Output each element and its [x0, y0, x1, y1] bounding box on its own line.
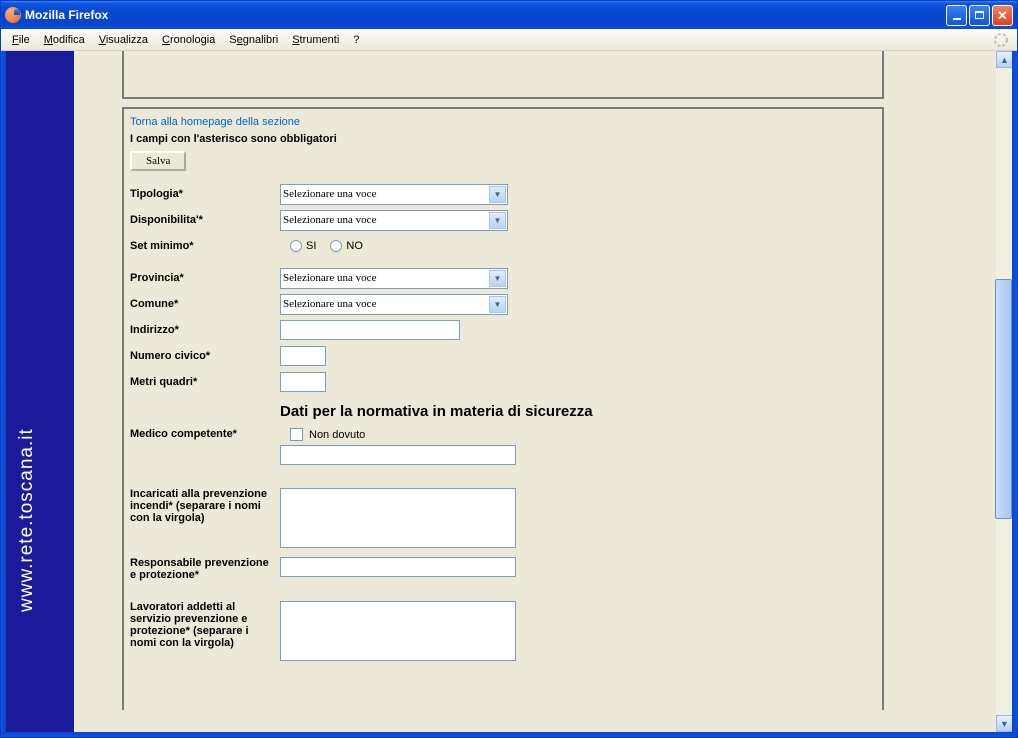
scrollbar[interactable]: ▲ ▼	[995, 51, 1012, 732]
menu-help[interactable]: ?	[346, 32, 366, 48]
label-comune: Comune*	[130, 298, 280, 310]
label-numero-civico: Numero civico*	[130, 350, 280, 362]
radio-no[interactable]: NO	[330, 240, 363, 252]
menu-strumenti[interactable]: Strumenti	[285, 32, 346, 48]
input-indirizzo[interactable]	[280, 320, 460, 340]
menubar: File Modifica Visualizza Cronologia Segn…	[1, 29, 1017, 51]
save-button[interactable]: Salva	[130, 151, 186, 171]
menu-modifica[interactable]: Modifica	[37, 32, 92, 48]
firefox-icon	[5, 7, 21, 23]
select-tipologia[interactable]: Selezionare una voce ▼	[280, 184, 508, 205]
select-provincia[interactable]: Selezionare una voce ▼	[280, 268, 508, 289]
back-link[interactable]: Torna alla homepage della sezione	[130, 113, 876, 131]
textarea-lavoratori[interactable]	[280, 601, 516, 661]
minimize-button[interactable]	[946, 5, 967, 26]
checkbox-label: Non dovuto	[309, 429, 365, 441]
scroll-thumb[interactable]	[995, 279, 1012, 519]
input-medico[interactable]	[280, 445, 516, 465]
radio-icon	[330, 240, 342, 252]
radio-icon	[290, 240, 302, 252]
label-lavoratori: Lavoratori addetti al servizio prevenzio…	[130, 601, 280, 649]
window-border-bottom	[1, 732, 1017, 737]
textarea-incaricati[interactable]	[280, 488, 516, 548]
chevron-down-icon: ▼	[489, 212, 506, 229]
label-tipologia: Tipologia*	[130, 188, 280, 200]
titlebar: Mozilla Firefox ✕	[1, 1, 1017, 29]
section-heading: Dati per la normativa in materia di sicu…	[130, 395, 876, 424]
chevron-down-icon: ▼	[489, 296, 506, 313]
label-indirizzo: Indirizzo*	[130, 324, 280, 336]
checkbox-non-dovuto[interactable]	[290, 428, 303, 441]
label-incaricati: Incaricati alla prevenzione incendi* (se…	[130, 488, 280, 524]
sidebar-url-text: www.rete.toscana.it	[16, 428, 38, 612]
label-disponibilita: Disponibilita'*	[130, 214, 280, 226]
window-border-right	[1012, 51, 1017, 732]
label-medico: Medico competente*	[130, 428, 280, 440]
label-responsabile: Responsabile prevenzione e protezione*	[130, 557, 280, 581]
menu-cronologia[interactable]: Cronologia	[155, 32, 222, 48]
scroll-down-icon[interactable]: ▼	[996, 715, 1012, 732]
banner-box	[122, 51, 884, 99]
window-title: Mozilla Firefox	[25, 8, 946, 22]
chevron-down-icon: ▼	[489, 186, 506, 203]
scroll-up-icon[interactable]: ▲	[996, 51, 1012, 68]
input-responsabile[interactable]	[280, 557, 516, 577]
label-provincia: Provincia*	[130, 272, 280, 284]
label-metri-quadri: Metri quadri*	[130, 376, 280, 388]
input-numero-civico[interactable]	[280, 346, 326, 366]
sidebar: www.rete.toscana.it	[6, 51, 74, 732]
menu-file[interactable]: File	[5, 32, 37, 48]
radio-si[interactable]: SI	[290, 240, 316, 252]
select-disponibilita[interactable]: Selezionare una voce ▼	[280, 210, 508, 231]
label-set-minimo: Set minimo*	[130, 240, 280, 252]
select-comune[interactable]: Selezionare una voce ▼	[280, 294, 508, 315]
menu-segnalibri[interactable]: Segnalibri	[222, 32, 285, 48]
maximize-button[interactable]	[969, 5, 990, 26]
loading-spinner-icon	[993, 32, 1009, 48]
form-container: Torna alla homepage della sezione I camp…	[122, 107, 884, 710]
required-note: I campi con l'asterisco sono obbligatori	[130, 131, 876, 151]
menu-visualizza[interactable]: Visualizza	[92, 32, 155, 48]
input-metri-quadri[interactable]	[280, 372, 326, 392]
close-button[interactable]: ✕	[992, 5, 1013, 26]
chevron-down-icon: ▼	[489, 270, 506, 287]
